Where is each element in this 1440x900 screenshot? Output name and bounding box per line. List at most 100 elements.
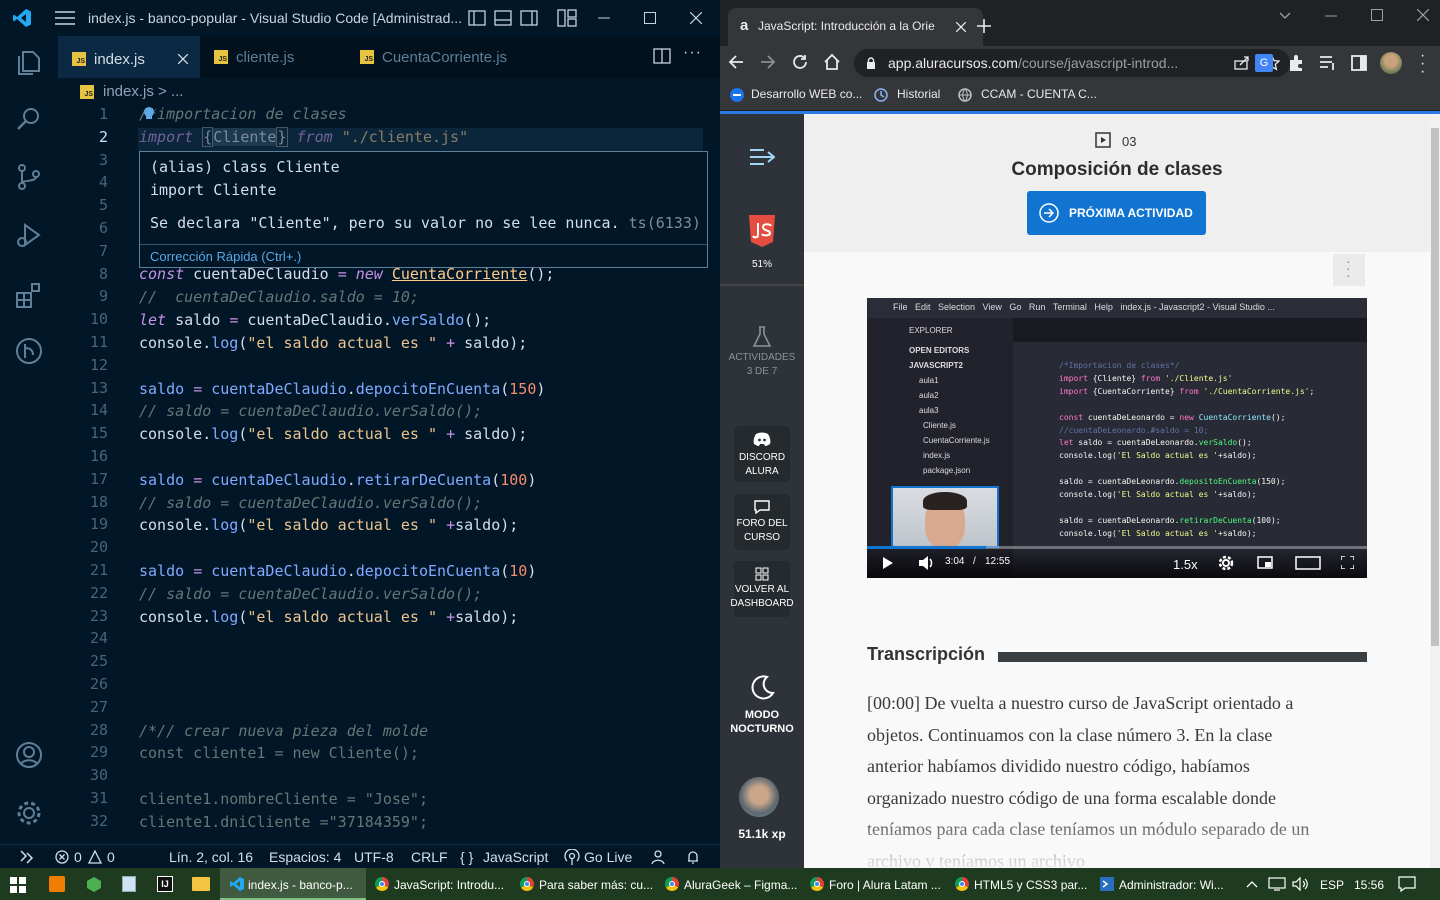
- extensions-puzzle-icon[interactable]: [1287, 54, 1305, 72]
- close-window-icon[interactable]: [1417, 9, 1429, 21]
- back-arrow-icon[interactable]: [728, 54, 744, 70]
- js-course-icon[interactable]: [746, 214, 778, 248]
- tab-cuentacorriente-js[interactable]: JS CuentaCorriente.js: [346, 36, 546, 78]
- code-line[interactable]: console.log("el saldo actual es " + sald…: [139, 334, 527, 352]
- input-language[interactable]: ESP: [1320, 878, 1344, 892]
- taskbar-item-chrome[interactable]: HTML5 y CSS3 par...: [955, 868, 1087, 900]
- fullscreen-icon[interactable]: [1341, 556, 1354, 569]
- media-playlist-icon[interactable]: [1319, 55, 1337, 71]
- code-line[interactable]: /*// crear nueva pieza del molde: [139, 722, 428, 740]
- quick-fix-link[interactable]: Corrección Rápida (Ctrl+.): [140, 244, 707, 268]
- toggle-panel-icon[interactable]: [494, 10, 512, 26]
- search-icon[interactable]: [14, 104, 44, 134]
- url-text[interactable]: app.aluracursos.com/course/javascript-in…: [888, 55, 1178, 71]
- close-tab-icon[interactable]: [956, 22, 966, 32]
- network-icon[interactable]: [1268, 877, 1286, 891]
- page-scrollbar-thumb[interactable]: [1431, 128, 1439, 646]
- activities-label[interactable]: ACTIVIDADES: [720, 351, 804, 365]
- warning-icon[interactable]: [88, 850, 102, 864]
- reload-icon[interactable]: [792, 54, 808, 70]
- code-line[interactable]: // cuentaDeClaudio.saldo = 10;: [139, 288, 419, 306]
- picture-in-picture-icon[interactable]: [1257, 556, 1273, 569]
- chevron-up-icon[interactable]: [1246, 880, 1258, 888]
- toggle-secondary-sidebar-icon[interactable]: [520, 10, 538, 26]
- file-explorer-icon[interactable]: [192, 877, 210, 891]
- kebab-menu[interactable]: · · ·: [1333, 254, 1365, 286]
- extensions-icon[interactable]: [14, 280, 44, 310]
- code-line[interactable]: import {Cliente} from "./cliente.js": [139, 127, 468, 147]
- code-line[interactable]: // saldo = cuentaDeClaudio.verSaldo();: [139, 402, 482, 420]
- side-panel-icon[interactable]: [1351, 55, 1367, 71]
- media-player-icon[interactable]: [49, 876, 65, 892]
- maximize-icon[interactable]: [644, 12, 656, 24]
- tab-index-js[interactable]: JS index.js: [58, 36, 200, 78]
- encoding[interactable]: UTF-8: [354, 849, 394, 865]
- notification-center-icon[interactable]: [1398, 876, 1416, 892]
- moon-icon[interactable]: [749, 674, 775, 700]
- user-avatar[interactable]: [739, 777, 779, 817]
- accounts-icon[interactable]: [14, 740, 44, 770]
- next-activity-button[interactable]: PRÓXIMA ACTIVIDAD: [1027, 191, 1206, 235]
- error-count[interactable]: 0: [74, 849, 82, 865]
- speaker-icon[interactable]: [1292, 877, 1310, 891]
- home-icon[interactable]: [823, 53, 841, 71]
- browser-tab-active[interactable]: a JavaScript: Introducción a la Orie: [728, 8, 983, 46]
- code-line[interactable]: // saldo = cuentaDeClaudio.verSaldo();: [139, 494, 482, 512]
- video-player[interactable]: File Edit Selection View Go Run Terminal…: [867, 298, 1367, 578]
- bookmark-item[interactable]: Historial: [897, 87, 940, 101]
- code-line[interactable]: // saldo = cuentaDeClaudio.verSaldo();: [139, 585, 482, 603]
- night-mode-label-2[interactable]: NOCTURNO: [720, 722, 804, 736]
- explorer-icon[interactable]: [14, 48, 44, 78]
- minimize-icon[interactable]: [1325, 15, 1337, 17]
- notifications-bell-icon[interactable]: [686, 849, 700, 865]
- error-icon[interactable]: [55, 850, 69, 864]
- intellij-icon[interactable]: IJ: [157, 876, 173, 892]
- code-line[interactable]: saldo = cuentaDeClaudio.depocitoEnCuenta…: [139, 562, 536, 580]
- windows-start-icon[interactable]: [10, 877, 26, 893]
- collapse-menu-icon[interactable]: [749, 147, 775, 167]
- theater-mode-icon[interactable]: [1295, 556, 1321, 570]
- split-editor-icon[interactable]: [653, 48, 671, 64]
- play-icon[interactable]: [883, 557, 893, 569]
- more-actions-icon[interactable]: ···: [683, 44, 702, 62]
- customize-layout-icon[interactable]: [557, 9, 577, 27]
- chevron-down-icon[interactable]: [1279, 12, 1291, 20]
- code-line[interactable]: console.log("el saldo actual es " +saldo…: [139, 516, 518, 534]
- warning-count[interactable]: 0: [107, 849, 115, 865]
- playback-speed[interactable]: 1.5x: [1173, 557, 1198, 572]
- settings-gear-icon[interactable]: [14, 798, 44, 828]
- new-tab-icon[interactable]: [977, 19, 991, 33]
- run-debug-icon[interactable]: [14, 220, 44, 250]
- maximize-icon[interactable]: [1371, 9, 1383, 21]
- code-line[interactable]: const cliente1 = new Cliente();: [139, 744, 419, 762]
- translate-icon[interactable]: G: [1255, 54, 1273, 72]
- code-line[interactable]: saldo = cuentaDeClaudio.retirarDeCuenta(…: [139, 471, 536, 489]
- lightbulb-icon[interactable]: [143, 106, 155, 120]
- toggle-sidebar-icon[interactable]: [468, 10, 486, 26]
- minimize-icon[interactable]: [598, 17, 610, 19]
- cursor-position[interactable]: Lín. 2, col. 16: [169, 849, 253, 865]
- taskbar-item-chrome[interactable]: JavaScript: Introdu...: [375, 868, 504, 900]
- go-live-button[interactable]: Go Live: [584, 849, 632, 865]
- taskbar-item-terminal[interactable]: Administrador: Wi...: [1100, 868, 1224, 900]
- taskbar-item-chrome[interactable]: AluraGeek – Figma...: [665, 868, 797, 900]
- lock-icon[interactable]: [866, 57, 876, 69]
- cube-app-icon[interactable]: [86, 876, 102, 892]
- language-mode[interactable]: JavaScript: [483, 849, 548, 865]
- address-bar[interactable]: app.aluracursos.com/course/javascript-in…: [854, 49, 1290, 77]
- breadcrumb[interactable]: JS index.js > ...: [58, 78, 720, 102]
- bookmark-item[interactable]: Desarrollo WEB co...: [751, 87, 862, 101]
- code-line[interactable]: /*importacion de clases: [139, 105, 347, 123]
- video-settings-gear-icon[interactable]: [1218, 555, 1234, 571]
- code-line[interactable]: saldo = cuentaDeClaudio.depocitoEnCuenta…: [139, 380, 545, 398]
- code-line[interactable]: cliente1.dniCliente ="37184359";: [139, 813, 428, 831]
- bookmark-item[interactable]: CCAM - CUENTA C...: [981, 87, 1097, 101]
- feedback-icon[interactable]: [650, 849, 666, 865]
- indentation[interactable]: Espacios: 4: [269, 849, 341, 865]
- notepad-icon[interactable]: [122, 876, 136, 892]
- chrome-menu-icon[interactable]: · · ·: [1420, 48, 1426, 80]
- volume-icon[interactable]: [919, 556, 935, 570]
- taskbar-item-vscode[interactable]: index.js - banco-p...: [220, 868, 366, 900]
- share-icon[interactable]: [1234, 56, 1250, 70]
- clock[interactable]: 15:56: [1354, 878, 1384, 892]
